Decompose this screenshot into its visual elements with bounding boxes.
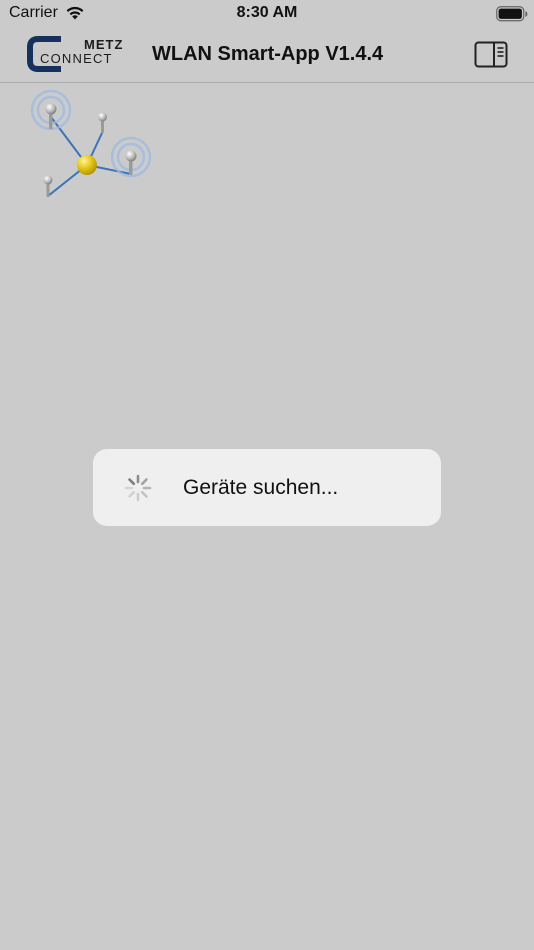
clock: 8:30 AM — [236, 4, 298, 21]
navigation-bar: METZ CONNECT WLAN Smart-App V1.4.4 — [0, 28, 534, 83]
logo-text-metz: METZ — [84, 37, 124, 52]
spinner-icon — [124, 474, 152, 502]
sidebar-toggle-icon — [474, 41, 508, 68]
status-bar: Carrier 8:30 AM — [0, 0, 534, 28]
metz-connect-logo: METZ CONNECT — [24, 33, 132, 75]
battery-icon — [496, 6, 528, 22]
sidebar-toggle-button[interactable] — [470, 38, 512, 72]
network-nodes-icon — [30, 89, 152, 197]
loading-text: Geräte suchen... — [183, 476, 339, 499]
logo-text-connect: CONNECT — [40, 51, 113, 66]
app-title: WLAN Smart-App V1.4.4 — [152, 43, 384, 65]
